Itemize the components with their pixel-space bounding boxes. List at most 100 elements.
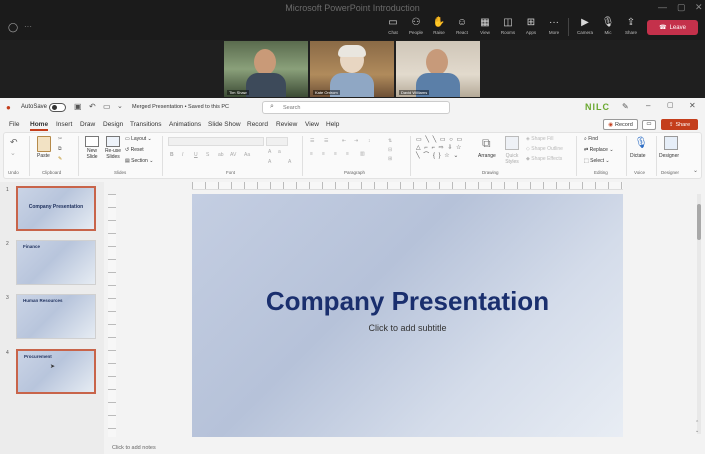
select-button[interactable]: ⬚ Select ⌄ — [584, 158, 610, 164]
paste-button[interactable]: Paste — [37, 153, 50, 159]
slide-thumbnail[interactable]: Human Resources — [16, 294, 96, 339]
align-text-icon[interactable]: ⊟ — [388, 147, 392, 153]
shadow-icon[interactable]: ab — [218, 152, 224, 158]
slide-canvas[interactable]: Company Presentation Click to add subtit… — [192, 194, 623, 437]
new-slide-icon[interactable] — [85, 136, 99, 147]
meeting-more-icon[interactable]: ··· — [24, 22, 32, 31]
raise-hand-button[interactable]: ✋ Raise — [428, 17, 450, 35]
paste-icon[interactable] — [37, 136, 51, 152]
leave-button[interactable]: ☎ Leave — [647, 20, 698, 35]
participant-tile[interactable]: David Williams — [396, 41, 480, 97]
document-title[interactable]: Merged Presentation • Saved to this PC — [132, 104, 229, 110]
participant-tile[interactable]: Kate Ontrom — [310, 41, 394, 97]
share-screen-button[interactable]: ⇪ Share — [620, 17, 642, 35]
decrease-font-icon[interactable]: a — [278, 149, 281, 155]
pen-icon[interactable]: ✎ — [622, 102, 629, 111]
camera-button[interactable]: ▶ Camera — [574, 17, 596, 35]
reuse-slides-button[interactable]: Re-use Slides — [103, 148, 123, 160]
autosave-toggle[interactable] — [49, 103, 66, 112]
designer-button[interactable]: Designer — [659, 153, 679, 159]
text-direction-icon[interactable]: ⇅ — [388, 138, 392, 144]
increase-indent-icon[interactable]: ⇥ — [354, 138, 358, 144]
redo-icon[interactable]: ⌄ — [10, 149, 16, 157]
align-right-icon[interactable]: ≡ — [334, 151, 337, 157]
undo-icon[interactable]: ↶ — [10, 137, 18, 148]
save-icon[interactable]: ▣ — [74, 102, 82, 111]
start-from-beginning-icon[interactable]: ▭ — [103, 102, 111, 111]
chat-button[interactable]: ▭ Chat — [382, 17, 404, 35]
copy-icon[interactable]: ⧉ — [58, 146, 62, 152]
undo-quick-icon[interactable]: ↶ — [89, 102, 96, 111]
strikethrough-icon[interactable]: S — [206, 152, 209, 158]
close-icon[interactable]: ✕ — [695, 2, 703, 13]
comments-icon[interactable]: ▭ — [642, 120, 656, 130]
underline-icon[interactable]: U — [194, 152, 198, 158]
react-button[interactable]: ☺ React — [451, 17, 473, 35]
dictate-button[interactable]: Dictate — [630, 153, 646, 159]
customize-qat-icon[interactable]: ⌄ — [117, 102, 123, 110]
shape-outline-button[interactable]: ◇ Shape Outline — [526, 146, 563, 152]
line-spacing-icon[interactable]: ↕ — [368, 138, 371, 144]
slide-subtitle-placeholder[interactable]: Click to add subtitle — [192, 323, 623, 333]
tab-draw[interactable]: Draw — [80, 121, 95, 128]
shape-fill-button[interactable]: ◈ Shape Fill — [526, 136, 553, 142]
restore-icon[interactable]: ▢ — [667, 101, 674, 109]
layout-button[interactable]: ▭ Layout ⌄ — [125, 136, 152, 142]
tab-file[interactable]: File — [9, 121, 19, 128]
decrease-indent-icon[interactable]: ⇤ — [342, 138, 346, 144]
collapse-ribbon-icon[interactable]: ⌄ — [693, 167, 698, 174]
align-center-icon[interactable]: ≡ — [322, 151, 325, 157]
quick-styles-button[interactable]: Quick Styles — [501, 153, 523, 165]
new-slide-button[interactable]: New Slide — [82, 148, 102, 160]
tab-view[interactable]: View — [305, 121, 319, 128]
apps-button[interactable]: ⊞ Apps — [520, 17, 542, 35]
char-spacing-icon[interactable]: AV — [230, 152, 236, 158]
justify-icon[interactable]: ≡ — [346, 151, 349, 157]
reuse-slides-icon[interactable] — [106, 136, 120, 147]
mic-button[interactable]: 🎙 Mic — [597, 17, 619, 35]
shape-effects-button[interactable]: ◆ Shape Effects — [526, 156, 562, 162]
font-name-select[interactable] — [168, 137, 264, 146]
slide-title[interactable]: Company Presentation — [192, 286, 623, 317]
shapes-gallery[interactable]: ▭ ╲ ╲ ▭ ○ ▭ △ ⌐ ⌐ ⇨ ⇩ ☆ ╲ ⌒ { } ☆ ⌄ — [416, 136, 472, 166]
columns-icon[interactable]: ▥ — [360, 151, 365, 157]
quick-styles-icon[interactable] — [505, 136, 519, 150]
slide-thumbnail[interactable]: Company Presentation — [16, 186, 96, 231]
increase-font-icon[interactable]: A — [268, 149, 271, 155]
tab-record[interactable]: Record — [247, 121, 268, 128]
font-color-icon[interactable]: A — [268, 159, 271, 165]
cut-icon[interactable]: ✂ — [58, 136, 62, 142]
minimize-icon[interactable]: – — [646, 101, 650, 110]
scrollbar-thumb[interactable] — [697, 204, 701, 240]
tab-insert[interactable]: Insert — [56, 121, 72, 128]
replace-button[interactable]: ⇄ Replace ⌄ — [584, 147, 614, 153]
tab-animations[interactable]: Animations — [169, 121, 201, 128]
people-button[interactable]: ⚇ People — [405, 17, 427, 35]
participant-tile[interactable]: Tim Shaw — [224, 41, 308, 97]
more-button[interactable]: ··· More — [543, 17, 565, 35]
find-button[interactable]: ⌕ Find — [584, 136, 598, 142]
search-input[interactable]: Search — [283, 105, 300, 111]
slide-thumbnail[interactable]: Procurement ➤ — [16, 349, 96, 394]
arrange-icon[interactable]: ⧉ — [482, 136, 496, 150]
record-button[interactable]: ◉ Record — [603, 119, 638, 130]
notes-placeholder[interactable]: Click to add notes — [112, 445, 156, 451]
maximize-icon[interactable]: ▢ — [677, 2, 686, 13]
close-icon[interactable]: ✕ — [689, 101, 696, 110]
tab-design[interactable]: Design — [103, 121, 123, 128]
rooms-button[interactable]: ◫ Rooms — [497, 17, 519, 35]
view-button[interactable]: ▦ View — [474, 17, 496, 35]
tab-transitions[interactable]: Transitions — [130, 121, 162, 128]
tab-home[interactable]: Home — [30, 121, 49, 131]
section-button[interactable]: ▤ Section ⌄ — [125, 158, 153, 164]
align-left-icon[interactable]: ≡ — [310, 151, 313, 157]
clear-formatting-icon[interactable]: A — [288, 159, 291, 165]
vertical-scrollbar[interactable] — [697, 194, 701, 434]
slide-thumbnail[interactable]: Finance — [16, 240, 96, 285]
dictate-mic-icon[interactable]: 🎙 — [634, 136, 648, 149]
search-box[interactable]: ⌕ Search — [262, 101, 450, 114]
tab-slide-show[interactable]: Slide Show — [208, 121, 241, 128]
smartart-icon[interactable]: ⊞ — [388, 156, 392, 162]
change-case-icon[interactable]: Aa — [244, 152, 250, 158]
prev-slide-icon[interactable]: ⌃ — [695, 420, 699, 426]
